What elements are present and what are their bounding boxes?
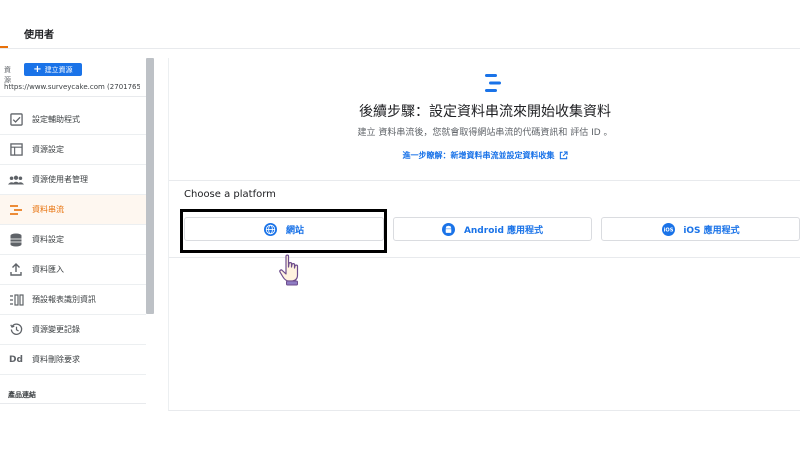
reporting-identity-icon: [8, 292, 24, 308]
sidebar-item-label: 預設報表識別資訊: [32, 295, 96, 304]
sidebar-item-label: 資源使用者管理: [32, 175, 88, 184]
hand-pointer-icon: [279, 254, 299, 286]
resource-label: 資源: [4, 66, 11, 84]
history-icon: [8, 322, 24, 338]
sidebar-item-label: 資料設定: [32, 235, 64, 244]
sidebar-item-property-access[interactable]: 資源使用者管理: [0, 165, 146, 195]
page-headline: 後續步驟：設定資料串流來開始收集資料: [359, 104, 611, 120]
sidebar-item-label: 資料匯入: [32, 265, 64, 274]
sidebar-item-data-import[interactable]: 資料匯入: [0, 255, 146, 285]
sidebar-item-setup-assistant[interactable]: 設定輔助程式: [0, 105, 146, 135]
platform-android-label: Android 應用程式: [463, 225, 544, 236]
learn-more-prefix: 進一步瞭解：: [402, 151, 451, 160]
data-stream-icon: [485, 74, 501, 92]
people-icon: [8, 172, 24, 188]
sidebar-item-change-history[interactable]: 資源變更記錄: [0, 315, 146, 345]
divider: [0, 96, 146, 97]
sidebar-item-label: 設定輔助程式: [32, 115, 80, 124]
layout-icon: [8, 142, 24, 158]
ios-icon: iOS: [661, 222, 675, 236]
sidebar-item-data-deletion[interactable]: Dd 資料刪除要求: [0, 345, 146, 375]
external-link-icon[interactable]: [559, 151, 568, 160]
platform-title: Choose a platform: [184, 189, 276, 200]
sidebar-item-label: 資料串流: [32, 205, 64, 214]
streams-icon: [8, 202, 24, 218]
database-icon: [8, 232, 24, 248]
checkbox-icon: [8, 112, 24, 128]
sidebar-item-label: 資料刪除要求: [32, 355, 80, 364]
learn-more: 進一步瞭解：新增資料串流並設定資料收集: [169, 150, 800, 161]
platform-android-button[interactable]: Android 應用程式: [393, 217, 592, 241]
create-resource-label: 建立資源: [44, 65, 73, 74]
dd-icon: Dd: [9, 354, 23, 365]
header-title: 使用者: [24, 30, 54, 41]
sidebar-item-label: 資源設定: [32, 145, 64, 154]
platform-ios-label: iOS 應用程式: [683, 225, 740, 236]
sidebar-item-label: 資源變更記錄: [32, 325, 80, 334]
property-selector[interactable]: https://www.surveycake.com (2701765...: [4, 83, 140, 91]
sidebar-item-property-settings[interactable]: 資源設定: [0, 135, 146, 165]
upload-icon: [8, 262, 24, 278]
top-accent: [0, 46, 8, 48]
section-label-product-links: 產品連結: [8, 391, 36, 399]
plus-icon: +: [33, 63, 42, 75]
sidebar-item-data-streams[interactable]: 資料串流: [0, 195, 146, 225]
main-content: 後續步驟：設定資料串流來開始收集資料 建立 資料串流後，您就會取得網站串流的代碼…: [168, 58, 800, 411]
sidebar-scrollbar[interactable]: [146, 58, 154, 314]
divider: [0, 403, 146, 404]
sidebar-item-reporting-identity[interactable]: 預設報表識別資訊: [0, 285, 146, 315]
page-subline: 建立 資料串流後，您就會取得網站串流的代碼資訊和 評估 ID 。: [357, 128, 613, 138]
learn-more-link[interactable]: 新增資料串流並設定資料收集: [451, 151, 555, 160]
admin-sidebar: 資源 + 建立資源 https://www.surveycake.com (27…: [0, 49, 146, 410]
platform-chooser: Choose a platform 網站 Android 應用程式 iOS iO…: [169, 180, 800, 258]
svg-text:iOS: iOS: [663, 227, 673, 233]
highlight-box: [180, 209, 387, 253]
sidebar-item-data-settings[interactable]: 資料設定: [0, 225, 146, 255]
top-bar: 使用者: [0, 20, 800, 49]
android-icon: [442, 222, 456, 236]
create-resource-button[interactable]: + 建立資源: [24, 63, 82, 76]
platform-ios-button[interactable]: iOS iOS 應用程式: [601, 217, 800, 241]
